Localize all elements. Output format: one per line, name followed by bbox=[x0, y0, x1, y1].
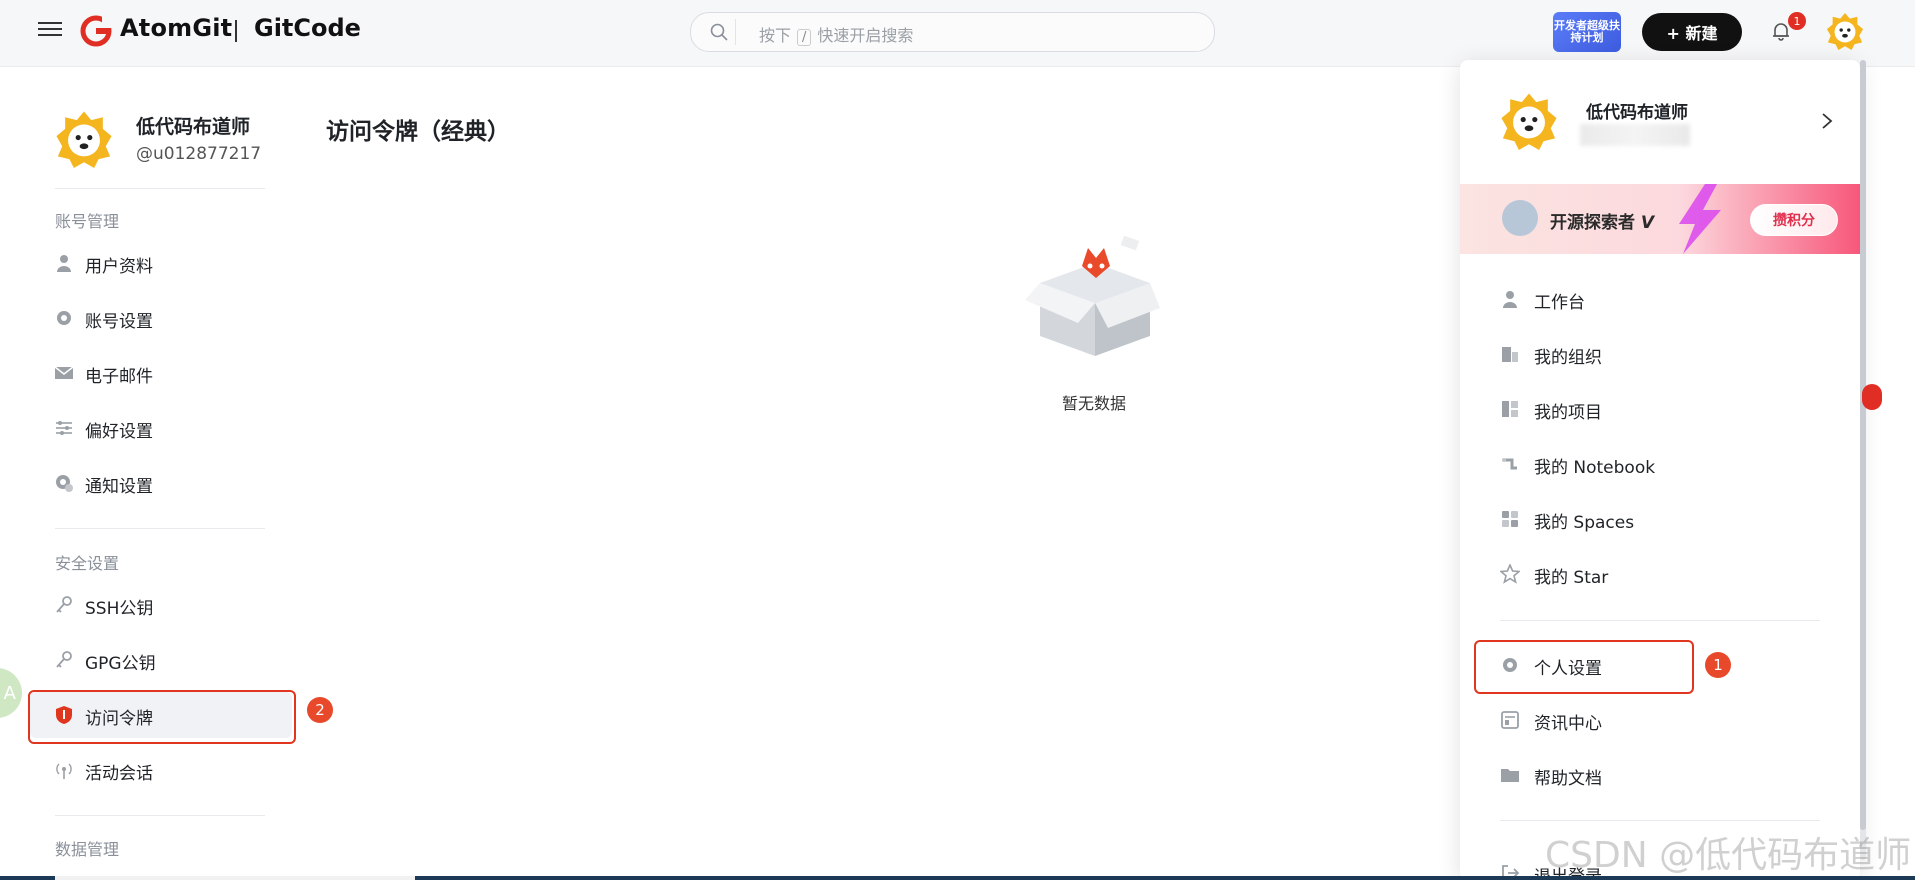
sidebar-item-ssh-keys[interactable]: SSH公钥 bbox=[30, 582, 292, 628]
notebook-icon bbox=[1502, 458, 1517, 470]
sidebar-divider bbox=[55, 528, 265, 529]
search-icon bbox=[710, 23, 728, 41]
folder-icon bbox=[1501, 769, 1519, 782]
user-dropdown-menu: 低代码布道师 开源探索者 V 攒积分 工作台 我的组织 我的项目 我的 Note… bbox=[1460, 60, 1860, 880]
building-icon bbox=[1502, 347, 1518, 362]
sidebar-item-profile[interactable]: 用户资料 bbox=[30, 240, 292, 286]
sidebar-item-label: SSH公钥 bbox=[85, 599, 154, 619]
section-title-account: 账号管理 bbox=[55, 212, 120, 231]
logo-divider bbox=[235, 20, 237, 42]
dropdown-divider bbox=[1500, 820, 1820, 821]
side-floating-badge[interactable] bbox=[1862, 384, 1882, 410]
dropdown-item-label: 帮助文档 bbox=[1534, 769, 1602, 789]
sidebar-item-label: 账号设置 bbox=[85, 312, 153, 332]
sidebar-item-preferences[interactable]: 偏好设置 bbox=[30, 405, 292, 451]
profile-avatar[interactable] bbox=[55, 110, 113, 168]
sidebar-divider bbox=[55, 188, 265, 189]
chevron-right-icon[interactable] bbox=[1820, 112, 1834, 130]
search-divider bbox=[735, 19, 736, 45]
dropdown-avatar[interactable] bbox=[1500, 92, 1558, 150]
broadcast-icon bbox=[56, 763, 72, 779]
key-icon bbox=[56, 651, 72, 668]
sidebar-item-label: 活动会话 bbox=[85, 764, 153, 784]
logo-gitcode[interactable]: GitCode bbox=[254, 14, 361, 42]
sidebar-item-label: 通知设置 bbox=[85, 477, 153, 497]
annotation-step-1: 1 bbox=[1705, 652, 1731, 678]
sidebar-item-label: 用户资料 bbox=[85, 257, 153, 277]
earn-points-button[interactable]: 攒积分 bbox=[1750, 204, 1838, 236]
sidebar-item-email[interactable]: 电子邮件 bbox=[30, 350, 292, 396]
sidebar-item-active-sessions[interactable]: 活动会话 bbox=[30, 747, 292, 793]
annotation-highlight-personal-settings bbox=[1474, 640, 1694, 694]
explorer-badge-icon bbox=[1502, 200, 1538, 236]
news-icon bbox=[1501, 711, 1519, 729]
sidebar-item-account-settings[interactable]: 账号设置 bbox=[30, 295, 292, 341]
dropdown-item-label: 资讯中心 bbox=[1534, 714, 1602, 734]
dropdown-item-label: 工作台 bbox=[1534, 293, 1585, 313]
dropdown-item-news-center[interactable]: 资讯中心 bbox=[1474, 697, 1844, 743]
dropdown-item-my-orgs[interactable]: 我的组织 bbox=[1474, 331, 1844, 377]
page-title: 访问令牌（经典） bbox=[326, 119, 510, 145]
new-button[interactable]: + 新建 bbox=[1642, 13, 1742, 51]
dropdown-item-my-notebook[interactable]: 我的 Notebook bbox=[1474, 441, 1844, 487]
sidebar-item-label: GPG公钥 bbox=[85, 654, 156, 674]
empty-box-illustration bbox=[1025, 235, 1160, 356]
dropdown-item-my-star[interactable]: 我的 Star bbox=[1474, 551, 1844, 597]
sidebar-divider bbox=[55, 815, 265, 816]
dropdown-divider bbox=[1500, 620, 1820, 621]
gear-icon bbox=[57, 311, 71, 325]
bottom-strip bbox=[0, 876, 1915, 880]
annotation-highlight-access-tokens bbox=[28, 690, 296, 744]
section-title-security: 安全设置 bbox=[55, 554, 120, 573]
section-title-data: 数据管理 bbox=[55, 840, 120, 859]
dropdown-item-help-docs[interactable]: 帮助文档 bbox=[1474, 752, 1844, 798]
search-placeholder: 按下 / 快速开启搜索 bbox=[759, 26, 914, 46]
user-icon bbox=[57, 255, 71, 272]
dropdown-item-my-projects[interactable]: 我的项目 bbox=[1474, 386, 1844, 432]
gitcode-logo-icon[interactable] bbox=[80, 15, 112, 47]
dropdown-item-my-spaces[interactable]: 我的 Spaces bbox=[1474, 496, 1844, 542]
dropdown-item-label: 我的组织 bbox=[1534, 348, 1602, 368]
notification-count-badge: 1 bbox=[1788, 12, 1806, 30]
user-avatar[interactable] bbox=[1826, 12, 1864, 50]
profile-handle: @u012877217 bbox=[136, 144, 262, 164]
sliders-icon bbox=[56, 421, 72, 435]
sidebar-item-gpg-keys[interactable]: GPG公钥 bbox=[30, 637, 292, 683]
grid-icon bbox=[1502, 511, 1518, 527]
sidebar-item-label: 偏好设置 bbox=[85, 422, 153, 442]
mail-icon bbox=[54, 366, 74, 379]
dropdown-item-label: 我的 Star bbox=[1534, 568, 1609, 588]
search-shortcut-key: / bbox=[797, 29, 812, 46]
project-icon bbox=[1502, 401, 1518, 417]
sidebar-item-notification-settings[interactable]: 通知设置 bbox=[30, 460, 292, 506]
dropdown-item-workbench[interactable]: 工作台 bbox=[1474, 276, 1844, 322]
dropdown-item-label: 我的 Notebook bbox=[1534, 458, 1656, 478]
dropdown-user-handle-blurred bbox=[1580, 124, 1690, 146]
logo-atomgit[interactable]: AtomGit bbox=[120, 14, 232, 42]
developer-promo-badge[interactable]: 开发者超级扶持计划 bbox=[1553, 12, 1621, 52]
annotation-step-2: 2 bbox=[307, 697, 333, 723]
sidebar-item-label: 电子邮件 bbox=[85, 367, 153, 387]
dropdown-user-name[interactable]: 低代码布道师 bbox=[1586, 98, 1688, 123]
profile-name: 低代码布道师 bbox=[136, 116, 251, 138]
bell-gear-icon bbox=[56, 475, 73, 492]
watermark-text: CSDN @低代码布道师 bbox=[1545, 835, 1912, 876]
dropdown-item-label: 我的 Spaces bbox=[1534, 513, 1635, 533]
floating-assistant-bubble[interactable]: A bbox=[0, 668, 22, 718]
dropdown-item-label: 我的项目 bbox=[1534, 403, 1602, 423]
key-icon bbox=[56, 596, 72, 613]
level-banner-text: 开源探索者 V bbox=[1550, 213, 1655, 233]
star-icon bbox=[1500, 564, 1520, 584]
top-header: AtomGit GitCode 按下 / 快速开启搜索 开发者超级扶持计划 + 新建… bbox=[0, 0, 1915, 67]
user-icon bbox=[1503, 291, 1517, 308]
level-banner[interactable]: 开源探索者 V 攒积分 bbox=[1460, 184, 1860, 254]
dropdown-scrollbar-thumb[interactable] bbox=[1860, 60, 1866, 830]
dropdown-scrollbar[interactable] bbox=[1860, 60, 1866, 860]
search-input[interactable]: 按下 / 快速开启搜索 bbox=[690, 12, 1215, 52]
empty-state-text: 暂无数据 bbox=[1062, 394, 1127, 413]
lightning-icon bbox=[1679, 184, 1721, 254]
hamburger-menu-icon[interactable] bbox=[38, 18, 62, 42]
